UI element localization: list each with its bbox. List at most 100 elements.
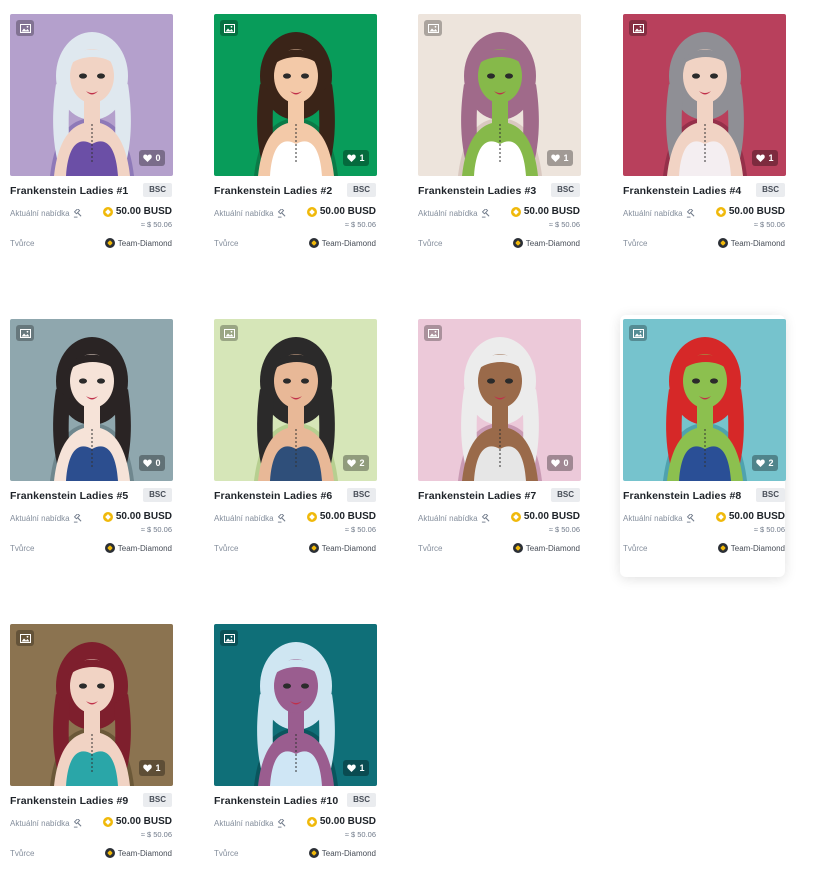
heart-icon xyxy=(551,459,561,467)
heart-icon xyxy=(143,459,153,467)
fiat-price: ≈ $ 50.06 xyxy=(753,525,785,534)
nft-title[interactable]: Frankenstein Ladies #9 xyxy=(10,795,128,807)
current-offer-label: Aktuální nabídka xyxy=(10,209,82,218)
chain-badge: BSC xyxy=(347,488,376,502)
heart-icon xyxy=(756,154,766,162)
like-count: 1 xyxy=(155,763,161,773)
nft-image[interactable]: 1 xyxy=(623,14,786,176)
nft-title[interactable]: Frankenstein Ladies #8 xyxy=(623,490,741,502)
nft-card[interactable]: 1 Frankenstein Ladies #2 BSC Aktuální na… xyxy=(211,10,377,272)
price: 50.00 BUSD xyxy=(306,816,376,827)
like-button[interactable]: 0 xyxy=(139,455,165,471)
creator-link[interactable]: Team-Diamond xyxy=(308,848,376,858)
nft-image[interactable]: 0 xyxy=(10,14,173,176)
price: 50.00 BUSD xyxy=(306,206,376,217)
nft-title[interactable]: Frankenstein Ladies #10 xyxy=(214,795,338,807)
current-offer-label: Aktuální nabídka xyxy=(418,209,490,218)
nft-card[interactable]: 1 Frankenstein Ladies #9 BSC Aktuální na… xyxy=(7,620,173,882)
creator-link[interactable]: Team-Diamond xyxy=(104,848,172,858)
like-button[interactable]: 2 xyxy=(343,455,369,471)
nft-title[interactable]: Frankenstein Ladies #2 xyxy=(214,185,332,197)
like-button[interactable]: 1 xyxy=(343,150,369,166)
busd-coin-icon xyxy=(510,206,521,217)
creator-link[interactable]: Team-Diamond xyxy=(104,543,172,553)
fiat-price: ≈ $ 50.06 xyxy=(344,220,376,229)
price: 50.00 BUSD xyxy=(306,511,376,522)
left-eye xyxy=(283,73,291,79)
creator-link[interactable]: Team-Diamond xyxy=(104,238,172,248)
nft-image[interactable]: 2 xyxy=(623,319,786,481)
nft-image[interactable]: 1 xyxy=(214,14,377,176)
nft-title[interactable]: Frankenstein Ladies #4 xyxy=(623,185,741,197)
nft-title[interactable]: Frankenstein Ladies #7 xyxy=(418,490,536,502)
like-button[interactable]: 1 xyxy=(343,760,369,776)
price-value: 50.00 BUSD xyxy=(115,511,172,522)
heart-icon xyxy=(143,764,153,772)
nft-card[interactable]: 1 Frankenstein Ladies #3 BSC Aktuální na… xyxy=(415,10,581,272)
creator-name: Team-Diamond xyxy=(321,238,376,248)
creator-name: Team-Diamond xyxy=(117,848,172,858)
creator-link[interactable]: Team-Diamond xyxy=(512,543,580,553)
nft-image[interactable]: 0 xyxy=(10,319,173,481)
nft-card[interactable]: 0 Frankenstein Ladies #7 BSC Aktuální na… xyxy=(415,315,581,577)
creator-link[interactable]: Team-Diamond xyxy=(512,238,580,248)
right-eye xyxy=(710,378,718,384)
right-eye xyxy=(505,73,513,79)
creator-link[interactable]: Team-Diamond xyxy=(308,238,376,248)
fiat-price: ≈ $ 50.06 xyxy=(140,830,172,839)
nft-title[interactable]: Frankenstein Ladies #1 xyxy=(10,185,128,197)
left-eye xyxy=(79,73,87,79)
like-count: 1 xyxy=(359,763,365,773)
nft-card[interactable]: 0 Frankenstein Ladies #1 BSC Aktuální na… xyxy=(7,10,173,272)
nft-image[interactable]: 0 xyxy=(418,319,581,481)
image-icon xyxy=(19,328,31,338)
like-button[interactable]: 2 xyxy=(752,455,778,471)
price: 50.00 BUSD xyxy=(510,511,580,522)
offer-label-text: Aktuální nabídka xyxy=(418,514,478,523)
media-type-badge xyxy=(220,20,238,36)
current-offer-label: Aktuální nabídka xyxy=(418,514,490,523)
media-type-badge xyxy=(629,325,647,341)
chain-badge: BSC xyxy=(143,183,172,197)
creator-label: Tvůrce xyxy=(418,544,443,553)
nft-image[interactable]: 1 xyxy=(418,14,581,176)
like-count: 2 xyxy=(359,458,365,468)
nft-card[interactable]: 1 Frankenstein Ladies #10 BSC Aktuální n… xyxy=(211,620,377,882)
offer-label-text: Aktuální nabídka xyxy=(214,514,274,523)
like-button[interactable]: 1 xyxy=(139,760,165,776)
nft-card[interactable]: 0 Frankenstein Ladies #5 BSC Aktuální na… xyxy=(7,315,173,577)
busd-coin-icon xyxy=(715,511,726,522)
chain-badge: BSC xyxy=(143,793,172,807)
nft-title[interactable]: Frankenstein Ladies #3 xyxy=(418,185,536,197)
like-button[interactable]: 1 xyxy=(547,150,573,166)
nft-image[interactable]: 2 xyxy=(214,319,377,481)
creator-name: Team-Diamond xyxy=(321,848,376,858)
nft-title[interactable]: Frankenstein Ladies #6 xyxy=(214,490,332,502)
auction-hammer-icon xyxy=(481,514,490,523)
creator-link[interactable]: Team-Diamond xyxy=(717,238,785,248)
like-button[interactable]: 0 xyxy=(547,455,573,471)
left-eye xyxy=(283,378,291,384)
nft-image[interactable]: 1 xyxy=(214,624,377,786)
media-type-badge xyxy=(424,325,442,341)
chain-badge: BSC xyxy=(347,793,376,807)
chain-badge: BSC xyxy=(551,488,580,502)
creator-link[interactable]: Team-Diamond xyxy=(717,543,785,553)
nft-title[interactable]: Frankenstein Ladies #5 xyxy=(10,490,128,502)
nft-card[interactable]: 2 Frankenstein Ladies #6 BSC Aktuální na… xyxy=(211,315,377,577)
image-icon xyxy=(223,328,235,338)
current-offer-label: Aktuální nabídka xyxy=(214,514,286,523)
like-button[interactable]: 0 xyxy=(139,150,165,166)
auction-hammer-icon xyxy=(686,209,695,218)
busd-coin-icon xyxy=(306,206,317,217)
nft-card[interactable]: 2 Frankenstein Ladies #8 BSC Aktuální na… xyxy=(620,315,786,577)
creator-link[interactable]: Team-Diamond xyxy=(308,543,376,553)
nft-card[interactable]: 1 Frankenstein Ladies #4 BSC Aktuální na… xyxy=(620,10,786,272)
price: 50.00 BUSD xyxy=(102,206,172,217)
media-type-badge xyxy=(629,20,647,36)
media-type-badge xyxy=(220,325,238,341)
price-value: 50.00 BUSD xyxy=(728,206,785,217)
nft-image[interactable]: 1 xyxy=(10,624,173,786)
like-button[interactable]: 1 xyxy=(752,150,778,166)
auction-hammer-icon xyxy=(277,209,286,218)
